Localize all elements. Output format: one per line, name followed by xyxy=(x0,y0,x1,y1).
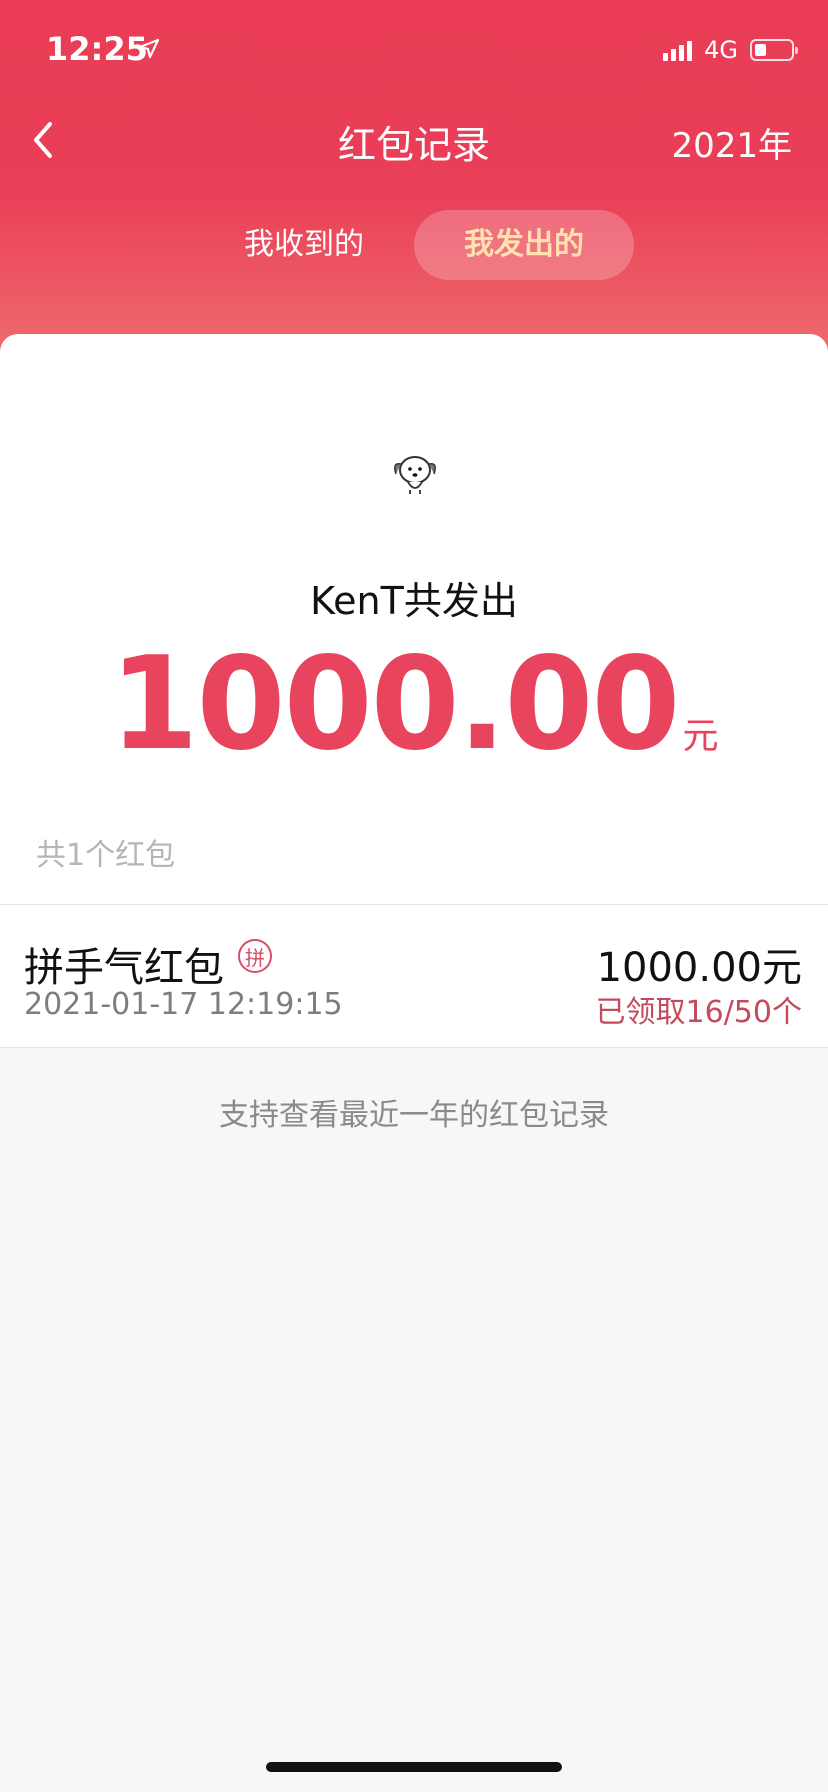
total-amount: 1000.00 元 xyxy=(0,630,828,779)
total-amount-unit: 元 xyxy=(682,716,719,757)
record-type: 拼手气红包 xyxy=(24,945,224,991)
network-type: 4G xyxy=(704,36,738,64)
footer-note: 支持查看最近一年的红包记录 xyxy=(219,1098,609,1133)
status-indicators: 4G xyxy=(663,36,798,64)
summary-card: KenT共发出 1000.00 元 共1个红包 xyxy=(0,334,828,904)
tab-sent[interactable]: 我发出的 xyxy=(414,210,634,280)
sender-summary: KenT共发出 xyxy=(310,579,518,623)
home-indicator[interactable] xyxy=(266,1762,562,1772)
year-selector[interactable]: 2021年 xyxy=(671,118,792,167)
list-item[interactable]: 拼手气红包 拼 2021-01-17 12:19:15 1000.00元 已领取… xyxy=(0,904,828,1048)
record-status: 已领取16/50个 xyxy=(595,995,802,1030)
packet-count: 共1个红包 xyxy=(36,838,176,873)
signal-icon xyxy=(663,39,693,61)
tab-bar: 我收到的 我发出的 xyxy=(0,210,828,280)
header: 12:25 4G 红包记录 2021年 我收到的 我发出的 xyxy=(0,0,828,350)
tab-received[interactable]: 我收到的 xyxy=(230,210,378,280)
luck-badge-icon: 拼 xyxy=(238,939,272,973)
battery-icon xyxy=(750,39,798,61)
location-arrow-icon xyxy=(138,38,160,64)
total-amount-value: 1000.00 xyxy=(109,630,680,779)
status-time: 12:25 xyxy=(46,30,148,68)
record-time: 2021-01-17 12:19:15 xyxy=(24,987,343,1022)
record-amount: 1000.00元 xyxy=(596,945,802,991)
avatar xyxy=(388,444,442,496)
